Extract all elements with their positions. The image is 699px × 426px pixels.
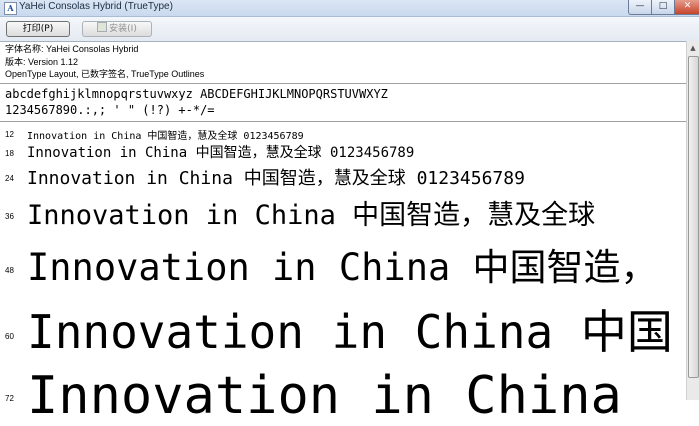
font-info: 字体名称: YaHei Consolas Hybrid 版本: Version … xyxy=(5,43,204,81)
sample-text: Innovation in China 中国智造，慧及全球 0123456789 xyxy=(27,168,525,189)
font-type-line: OpenType Layout, 已数字签名, TrueType Outline… xyxy=(5,69,205,79)
font-name-line: 字体名称: YaHei Consolas Hybrid xyxy=(5,44,139,54)
divider xyxy=(0,83,686,84)
sample-size-label: 36 xyxy=(5,212,14,221)
font-file-icon: A xyxy=(4,2,17,15)
sample-size-label: 18 xyxy=(5,149,14,158)
scroll-up-arrow-icon[interactable]: ▲ xyxy=(688,42,698,54)
version-line: 版本: Version 1.12 xyxy=(5,56,79,67)
sample-text: Innovation in China 中国智造，慧及全球 0123456789 xyxy=(27,131,304,142)
title-bar: A YaHei Consolas Hybrid (TrueType) — □ ✕ xyxy=(0,0,699,17)
vertical-scrollbar[interactable]: ▲ xyxy=(686,41,699,400)
sample-text: Innovation in China 中国智造，慧及全球 0123456789 xyxy=(27,145,415,161)
sample-text: Innovation in China 中国 xyxy=(27,305,673,359)
window-title: YaHei Consolas Hybrid (TrueType) xyxy=(19,1,173,12)
sample-text: Innovation in China xyxy=(27,366,622,426)
install-button[interactable]: 安装(I) xyxy=(82,21,152,37)
toolbar: 打印(P) 安装(I) xyxy=(0,17,699,42)
sample-size-label: 60 xyxy=(5,332,14,341)
sample-text: Innovation in China 中国智造， xyxy=(27,246,658,289)
sample-text: Innovation in China 中国智造，慧及全球 xyxy=(27,200,596,231)
install-icon xyxy=(97,22,108,32)
install-button-label: 安装(I) xyxy=(109,24,137,34)
divider xyxy=(0,121,686,122)
sample-size-label: 12 xyxy=(5,130,14,139)
sample-size-label: 48 xyxy=(5,266,14,275)
maximize-button[interactable]: □ xyxy=(651,0,675,15)
sample-size-label: 24 xyxy=(5,174,14,183)
close-button[interactable]: ✕ xyxy=(674,0,699,15)
print-button[interactable]: 打印(P) xyxy=(6,21,70,37)
charset-letters: abcdefghijklmnopqrstuvwxyz ABCDEFGHIJKLM… xyxy=(5,87,388,101)
minimize-button[interactable]: — xyxy=(628,0,652,15)
scrollbar-thumb[interactable] xyxy=(688,56,699,378)
charset-symbols: 1234567890.:,; ' " (!?) +-*/= xyxy=(5,103,215,117)
sample-size-label: 72 xyxy=(5,394,14,403)
